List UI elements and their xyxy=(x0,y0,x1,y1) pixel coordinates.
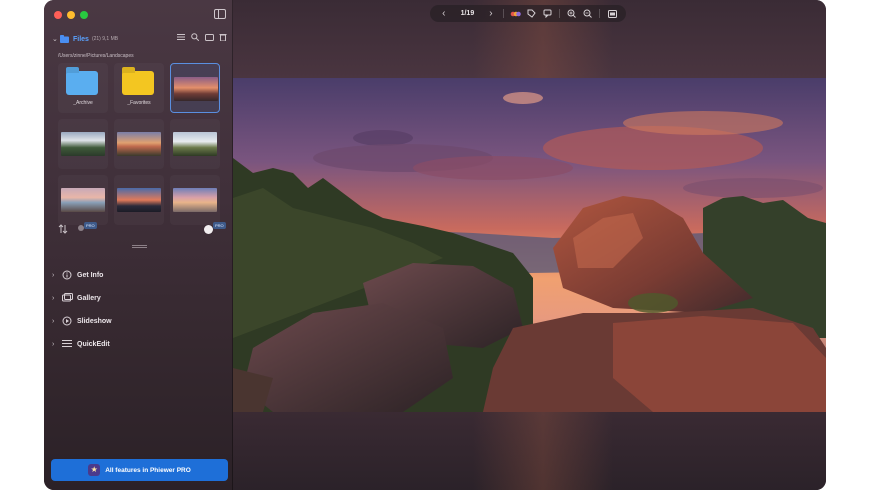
grid-item-image[interactable] xyxy=(58,175,108,225)
play-circle-icon xyxy=(62,316,72,326)
grid-item-image[interactable] xyxy=(170,175,220,225)
new-folder-icon[interactable] xyxy=(205,33,214,41)
grid-item-image[interactable] xyxy=(58,119,108,169)
upgrade-pro-button[interactable]: ★ All features in Phiewer PRO xyxy=(51,459,228,481)
folder-icon xyxy=(66,71,98,95)
chevron-right-icon[interactable]: › xyxy=(483,7,499,21)
section-label: Gallery xyxy=(77,294,101,302)
list-view-icon[interactable] xyxy=(177,33,185,41)
image-thumbnail xyxy=(173,132,217,156)
section-label: Slideshow xyxy=(77,317,112,325)
image-thumbnail xyxy=(174,77,218,101)
sidebar: ⌄ Files (21) 9,1 MB /Users/zinne/Picture… xyxy=(44,0,233,490)
pro-badge: PRO xyxy=(213,222,226,229)
search-icon[interactable] xyxy=(191,33,200,42)
folder-path: /Users/zinne/Pictures/Landscapes xyxy=(58,53,134,59)
sliders-icon xyxy=(62,339,72,349)
grid-item-folder-favorites[interactable]: _Favorites xyxy=(114,63,164,113)
grid-controls: PRO PRO xyxy=(58,222,228,236)
folder-icon xyxy=(60,35,69,43)
tag-icon[interactable] xyxy=(524,7,540,21)
grid-item-image-selected[interactable] xyxy=(170,63,220,113)
zoom-in-icon[interactable] xyxy=(564,7,580,21)
section-quickedit[interactable]: › QuickEdit xyxy=(52,338,110,350)
resize-handle[interactable] xyxy=(132,245,147,248)
info-circle-icon xyxy=(62,270,72,280)
info-panel-icon[interactable] xyxy=(604,7,620,21)
chevron-right-icon: › xyxy=(52,271,55,279)
grid-item-image[interactable] xyxy=(170,119,220,169)
close-window-button[interactable] xyxy=(54,11,62,19)
folder-label: _Archive xyxy=(73,100,93,106)
files-title[interactable]: Files xyxy=(73,36,89,43)
grid-item-image[interactable] xyxy=(114,175,164,225)
section-get-info[interactable]: › Get Info xyxy=(52,269,103,281)
chevron-left-icon[interactable]: ‹ xyxy=(436,7,452,21)
files-header: ⌄ Files (21) 9,1 MB xyxy=(52,33,227,45)
image-thumbnail xyxy=(117,132,161,156)
zoom-out-icon[interactable] xyxy=(580,7,596,21)
pro-badge: PRO xyxy=(84,222,97,229)
page-counter: 1/19 xyxy=(460,10,475,17)
image-thumbnail xyxy=(61,188,105,212)
section-label: QuickEdit xyxy=(77,340,110,348)
grid-item-folder-archive[interactable]: _Archive xyxy=(58,63,108,113)
chevron-right-icon: › xyxy=(52,317,55,325)
zoom-window-button[interactable] xyxy=(80,11,88,19)
comment-icon[interactable] xyxy=(539,7,555,21)
sidebar-toggle-icon[interactable] xyxy=(214,9,226,19)
trash-icon[interactable] xyxy=(219,33,227,42)
color-label-icon[interactable] xyxy=(508,7,524,21)
phiewer-app-icon: ★ xyxy=(88,464,101,476)
toolbar-divider xyxy=(502,9,504,18)
section-gallery[interactable]: › Gallery xyxy=(52,292,101,304)
chevron-right-icon: › xyxy=(52,294,55,302)
minimize-window-button[interactable] xyxy=(67,11,75,19)
upgrade-pro-label: All features in Phiewer PRO xyxy=(105,466,191,474)
image-thumbnail xyxy=(117,188,161,212)
folder-icon xyxy=(122,71,154,95)
chevron-down-icon[interactable]: ⌄ xyxy=(52,35,60,43)
image-thumbnail xyxy=(61,132,105,156)
main-photo[interactable] xyxy=(233,78,826,412)
grid-item-image[interactable] xyxy=(114,119,164,169)
toolbar-divider xyxy=(599,9,601,18)
sort-icon[interactable] xyxy=(58,224,68,234)
toolbar-divider xyxy=(558,9,560,18)
chevron-right-icon: › xyxy=(52,340,55,348)
gallery-icon xyxy=(62,293,73,303)
files-info: (21) 9,1 MB xyxy=(91,36,119,42)
files-toolbar xyxy=(177,33,227,42)
viewer-toolbar: ‹ 1/19 › xyxy=(430,5,626,22)
image-thumbnail xyxy=(173,188,217,212)
section-label: Get Info xyxy=(77,271,104,279)
section-slideshow[interactable]: › Slideshow xyxy=(52,315,112,327)
app-window: ‹ 1/19 › ⌄ Files (21) 9,1 MB /Users/zinn… xyxy=(44,0,826,490)
preview-toggle[interactable] xyxy=(204,225,213,234)
folder-label: _Favorites xyxy=(127,100,151,106)
